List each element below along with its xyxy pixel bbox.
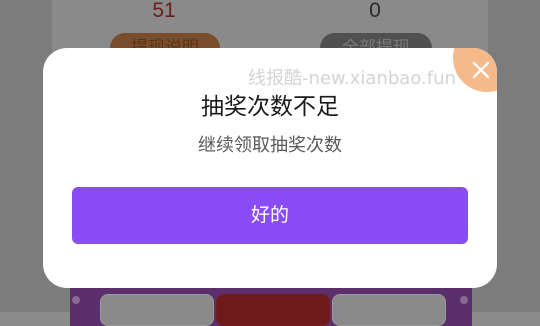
watermark-text: 线报酷-new.xianbao.fun bbox=[248, 68, 456, 89]
balance-value: 51 bbox=[152, 0, 176, 22]
confirm-button[interactable]: 好的 bbox=[72, 187, 468, 244]
dialog-title: 抽奖次数不足 bbox=[201, 94, 339, 120]
lottery-slot bbox=[100, 294, 214, 326]
lottery-slot bbox=[216, 294, 330, 326]
lottery-slot bbox=[332, 294, 446, 326]
dialog-message: 继续领取抽奖次数 bbox=[198, 135, 342, 156]
board-dot bbox=[72, 296, 80, 304]
withdrawn-value: 0 bbox=[369, 0, 381, 22]
close-button[interactable] bbox=[453, 48, 497, 92]
close-icon bbox=[472, 61, 490, 79]
board-dot bbox=[460, 296, 468, 304]
insufficient-draws-dialog: 线报酷-new.xianbao.fun 抽奖次数不足 继续领取抽奖次数 好的 bbox=[43, 48, 497, 288]
